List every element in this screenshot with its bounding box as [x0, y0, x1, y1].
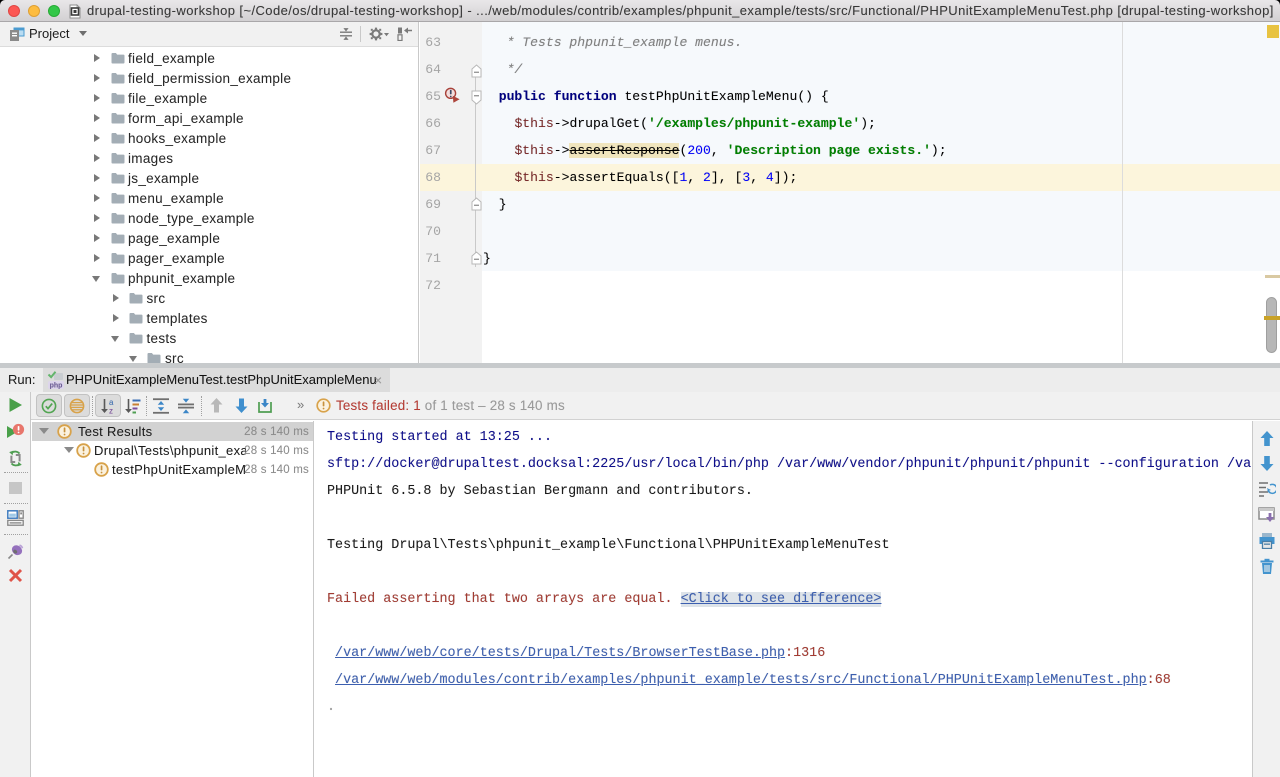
svg-text:php: php [50, 383, 63, 390]
svg-text:z: z [109, 406, 113, 414]
